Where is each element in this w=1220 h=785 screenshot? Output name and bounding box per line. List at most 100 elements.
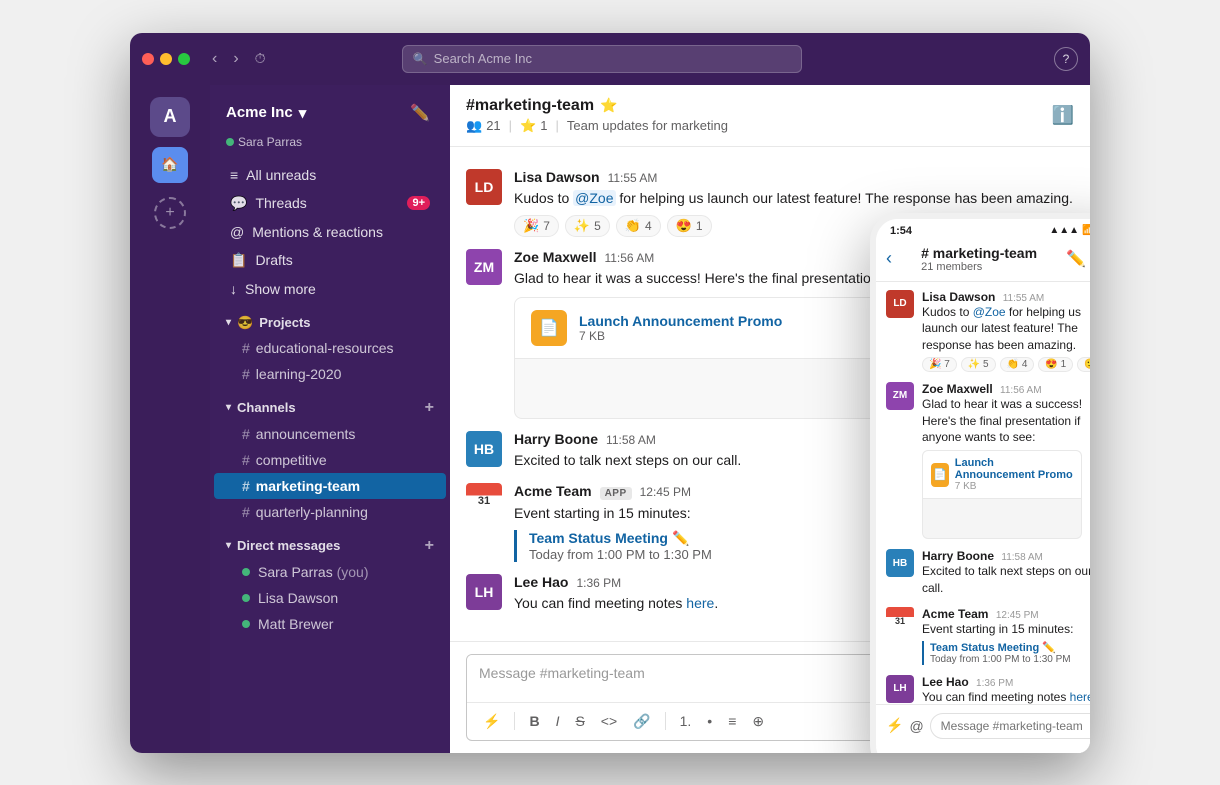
mobile-header: ‹ # marketing-team 21 members ✏️ ℹ️ <box>876 239 1090 282</box>
indent-button[interactable]: ≡ <box>722 709 742 733</box>
mobile-message-2: ZM Zoe Maxwell 11:56 AM Glad to hear it … <box>886 382 1090 539</box>
search-input[interactable] <box>434 51 791 66</box>
dm-item-matt[interactable]: Matt Brewer <box>214 611 446 637</box>
mobile-sender: Lisa Dawson <box>922 290 995 304</box>
channel-item-educational-resources[interactable]: # educational-resources <box>214 335 446 361</box>
reaction-clap[interactable]: 👏 4 <box>616 215 661 237</box>
reaction-heart-eyes[interactable]: 😍 1 <box>667 215 712 237</box>
mobile-reaction[interactable]: 🎉 7 <box>922 357 957 372</box>
projects-section-header[interactable]: ▾ 😎 Projects <box>210 303 450 335</box>
history-button[interactable]: ⏱ <box>249 46 272 72</box>
chat-header: #marketing-team ⭐ 👥 21 | ⭐ 1 | <box>450 85 1090 147</box>
dm-item-sara[interactable]: Sara Parras (you) <box>214 559 446 585</box>
back-button[interactable]: ‹ <box>206 46 223 72</box>
workspace-chevron-icon: ▾ <box>299 104 307 122</box>
workspace-icon[interactable]: A <box>150 97 190 137</box>
mobile-sender: Harry Boone <box>922 549 994 563</box>
avatar-acme: 31 <box>466 483 502 519</box>
mobile-file-icon: 📄 <box>931 463 949 487</box>
dm-section-header[interactable]: ▾ Direct messages + <box>210 525 450 559</box>
home-icon[interactable]: 🏠 <box>152 147 188 183</box>
mobile-event-title: Team Status Meeting ✏️ <box>930 641 1090 654</box>
help-button[interactable]: ? <box>1054 47 1078 71</box>
sidebar-item-all-unreads[interactable]: ≡ All unreads <box>214 161 446 189</box>
workspace-name-button[interactable]: Acme Inc ▾ <box>226 104 306 122</box>
mobile-link[interactable]: here <box>1070 690 1090 704</box>
mobile-reaction[interactable]: 👏 4 <box>1000 357 1035 372</box>
user-status: Sara Parras <box>210 135 450 161</box>
link-button[interactable]: 🔗 <box>627 709 656 734</box>
minimize-button[interactable] <box>160 53 172 65</box>
bold-button[interactable]: B <box>523 709 545 733</box>
reaction-sparkle[interactable]: ✨ 5 <box>565 215 610 237</box>
channel-title: #marketing-team ⭐ <box>466 97 728 115</box>
signal-icon: ▲▲▲ <box>1049 225 1079 236</box>
channel-item-competitive[interactable]: # competitive <box>214 447 446 473</box>
hash-icon: # <box>242 366 250 382</box>
compose-button[interactable]: ✏️ <box>406 99 434 127</box>
meeting-notes-link[interactable]: here <box>686 595 714 611</box>
mobile-message-1: LD Lisa Dawson 11:55 AM Kudos to @Zoe fo… <box>886 290 1090 372</box>
workspace-header: Acme Inc ▾ ✏️ <box>210 85 450 135</box>
lightning-button[interactable]: ⚡ <box>477 709 506 734</box>
message-time: 12:45 PM <box>640 485 691 499</box>
reaction-party[interactable]: 🎉 7 <box>514 215 559 237</box>
bullet-list-button[interactable]: • <box>701 709 718 733</box>
sender-name: Harry Boone <box>514 431 598 447</box>
members-count: 👥 21 <box>466 118 501 134</box>
online-dot <box>242 620 250 628</box>
channel-item-marketing-team[interactable]: # marketing-team <box>214 473 446 499</box>
mobile-file-attachment[interactable]: 📄 Launch Announcement Promo 7 KB <box>922 450 1082 499</box>
code-button[interactable]: <> <box>595 709 623 733</box>
ordered-list-button[interactable]: 1. <box>674 709 698 733</box>
strikethrough-button[interactable]: S <box>569 709 590 733</box>
mobile-time: 11:56 AM <box>1000 385 1042 396</box>
close-button[interactable] <box>142 53 154 65</box>
sidebar-item-threads[interactable]: 💬 Threads 9+ <box>214 189 446 218</box>
channels-section-header[interactable]: ▾ Channels + <box>210 387 450 421</box>
avatar-lee: LH <box>466 574 502 610</box>
mobile-message-input[interactable] <box>930 713 1090 739</box>
channel-item-announcements[interactable]: # announcements <box>214 421 446 447</box>
mobile-reaction[interactable]: 😍 1 <box>1038 357 1073 372</box>
online-status-dot <box>226 138 234 146</box>
sidebar-item-mentions[interactable]: @ Mentions & reactions <box>214 218 446 246</box>
message-time: 11:56 AM <box>604 251 654 265</box>
mobile-calendar-event: Team Status Meeting ✏️ Today from 1:00 P… <box>922 641 1090 665</box>
mobile-time: 11:58 AM <box>1001 552 1043 563</box>
sidebar-item-show-more[interactable]: ↓ Show more <box>214 275 446 303</box>
mobile-lightning-icon[interactable]: ⚡ <box>886 717 903 734</box>
forward-button[interactable]: › <box>227 46 244 72</box>
hash-icon: # <box>242 478 250 494</box>
hash-icon: # <box>242 426 250 442</box>
message-time: 11:58 AM <box>606 433 656 447</box>
dm-chevron-icon: ▾ <box>226 540 231 551</box>
mobile-time: 11:55 AM <box>1003 293 1045 304</box>
mention[interactable]: @Zoe <box>573 190 615 206</box>
italic-button[interactable]: I <box>550 709 566 733</box>
search-bar[interactable]: 🔍 <box>402 45 802 73</box>
sidebar-item-drafts[interactable]: 📋 Drafts <box>214 246 446 275</box>
mobile-messages[interactable]: LD Lisa Dawson 11:55 AM Kudos to @Zoe fo… <box>876 282 1090 704</box>
mobile-home-indicator <box>876 747 1090 753</box>
maximize-button[interactable] <box>178 53 190 65</box>
star-icon: ⭐ <box>600 97 617 114</box>
mobile-back-button[interactable]: ‹ <box>886 248 892 269</box>
channel-info-button[interactable]: ℹ️ <box>1052 105 1074 126</box>
blocks-button[interactable]: ⊕ <box>746 709 770 734</box>
mobile-overlay: 1:54 ▲▲▲ 📶 🔋 ‹ # marketing-team 21 membe… <box>870 213 1090 753</box>
mobile-mention-icon[interactable]: @ <box>909 718 923 734</box>
channel-item-learning-2020[interactable]: # learning-2020 <box>214 361 446 387</box>
mobile-edit-icon[interactable]: ✏️ <box>1066 249 1086 269</box>
message-text: Kudos to @Zoe for helping us launch our … <box>514 188 1074 209</box>
dm-item-lisa[interactable]: Lisa Dawson <box>214 585 446 611</box>
mobile-reaction[interactable]: ✨ 5 <box>961 357 996 372</box>
online-dot <box>242 594 250 602</box>
mobile-reaction-add[interactable]: 🙂 <box>1077 357 1090 372</box>
add-dm-icon[interactable]: + <box>425 537 434 555</box>
add-channel-icon[interactable]: + <box>425 399 434 417</box>
mobile-avatar-harry: HB <box>886 549 914 577</box>
add-workspace-button[interactable]: + <box>154 197 186 229</box>
file-attachment[interactable]: 📄 Launch Announcement Promo 7 KB <box>514 297 894 359</box>
channel-item-quarterly-planning[interactable]: # quarterly-planning <box>214 499 446 525</box>
